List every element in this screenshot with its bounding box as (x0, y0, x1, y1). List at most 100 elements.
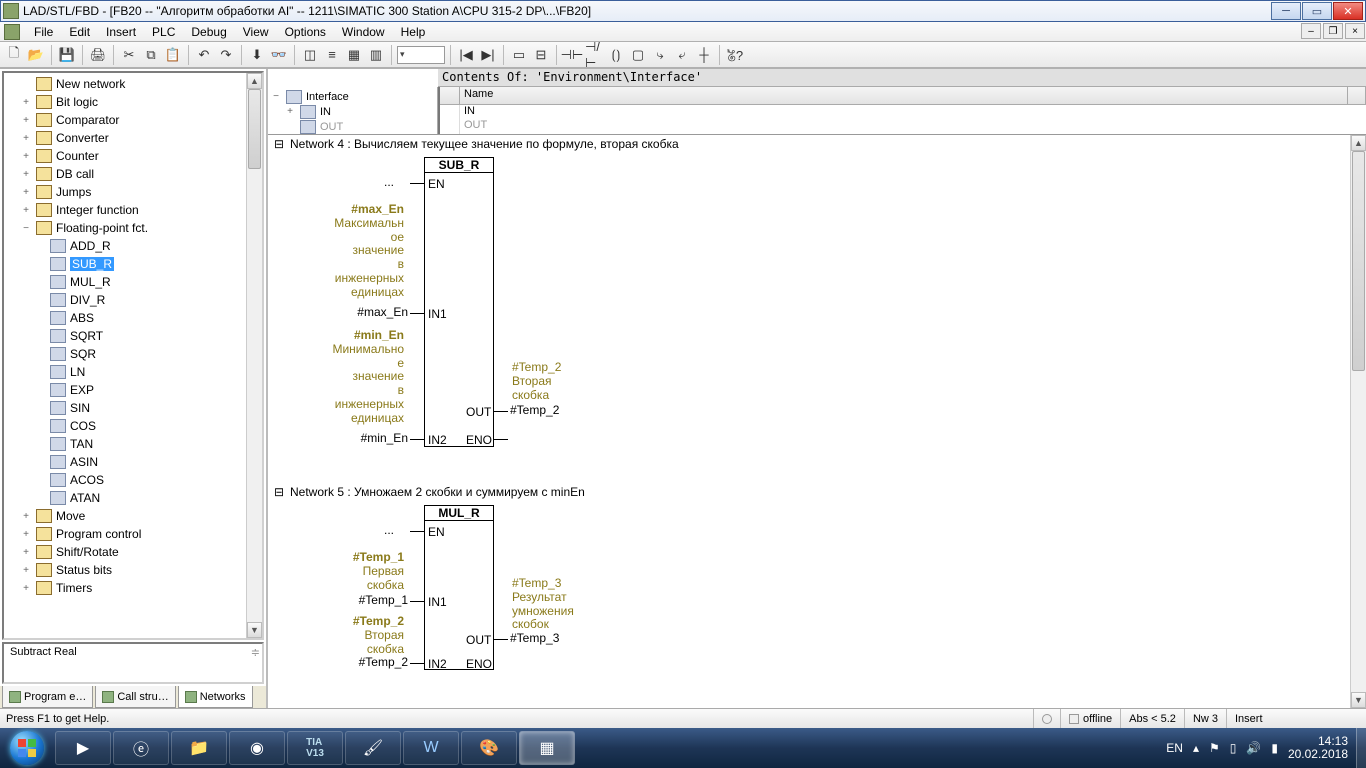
minimize-button[interactable]: ─ (1271, 2, 1301, 20)
tree-item[interactable]: −Floating-point fct. (6, 219, 260, 237)
cut-button[interactable]: ✂ (119, 45, 139, 65)
tray-flag-icon[interactable]: ⚑ (1209, 741, 1220, 755)
new-network-icon[interactable]: ▭ (509, 45, 529, 65)
mdi-restore-button[interactable]: ❐ (1323, 23, 1343, 39)
reference-icon[interactable]: ▥ (366, 45, 386, 65)
taskbar-paint[interactable]: 🎨 (461, 731, 517, 765)
tree-item[interactable]: ATAN (6, 489, 260, 507)
monitor-button[interactable]: 👓 (269, 45, 289, 65)
tree-item[interactable]: +Status bits (6, 561, 260, 579)
save-button[interactable]: 💾 (57, 45, 77, 65)
paste-button[interactable]: 📋 (163, 45, 183, 65)
tree-item[interactable]: +Converter (6, 129, 260, 147)
tree-item[interactable]: LN (6, 363, 260, 381)
connection-icon[interactable]: ┼ (694, 45, 714, 65)
desc-updown-icon[interactable]: ≑ (251, 646, 260, 659)
interface-grid[interactable]: Name IN OUT (438, 87, 1366, 134)
language-combo[interactable] (397, 46, 445, 64)
tree-item[interactable]: +Timers (6, 579, 260, 597)
tree-item[interactable]: ADD_R (6, 237, 260, 255)
close-branch-icon[interactable]: ⤶ (672, 45, 692, 65)
tree-item[interactable]: SQR (6, 345, 260, 363)
context-help-icon[interactable]: 𖡄? (725, 45, 745, 65)
tree-item[interactable]: +Shift/Rotate (6, 543, 260, 561)
tree-item[interactable]: MUL_R (6, 273, 260, 291)
mdi-system-icon[interactable] (4, 24, 20, 40)
tray-network-icon[interactable]: ▮ (1271, 741, 1278, 755)
open-branch-icon[interactable]: ⤷ (650, 45, 670, 65)
tree-item[interactable]: EXP (6, 381, 260, 399)
show-desktop-button[interactable] (1356, 728, 1366, 768)
menu-edit[interactable]: Edit (61, 22, 98, 41)
tray-clock[interactable]: 14:1320.02.2018 (1288, 735, 1348, 761)
tree-item[interactable]: +Move (6, 507, 260, 525)
contact-no-icon[interactable]: ⊣⊢ (562, 45, 582, 65)
menu-view[interactable]: View (235, 22, 277, 41)
tree-item[interactable]: +Integer function (6, 201, 260, 219)
menu-debug[interactable]: Debug (183, 22, 234, 41)
close-button[interactable]: ✕ (1333, 2, 1363, 20)
coil-icon[interactable]: ⟮⟯ (606, 45, 626, 65)
menu-plc[interactable]: PLC (144, 22, 183, 41)
tree-item[interactable]: COS (6, 417, 260, 435)
menu-options[interactable]: Options (277, 22, 334, 41)
tree-item[interactable]: DIV_R (6, 291, 260, 309)
sub-r-block[interactable]: SUB_R (424, 157, 494, 447)
taskbar-explorer[interactable]: 📁 (171, 731, 227, 765)
tree-item[interactable]: +Counter (6, 147, 260, 165)
tab-call-structure[interactable]: Call stru… (95, 686, 175, 708)
goto-next-icon[interactable]: ▶| (478, 45, 498, 65)
tree-item[interactable]: SIN (6, 399, 260, 417)
taskbar-chrome[interactable]: ◉ (229, 731, 285, 765)
interface-tree[interactable]: −Interface +IN OUT (268, 87, 438, 134)
tab-program-elements[interactable]: Program e… (2, 686, 93, 708)
tree-item[interactable]: +Bit logic (6, 93, 260, 111)
collapse-icon[interactable]: ⊟ (274, 485, 284, 499)
tree-item[interactable]: +Program control (6, 525, 260, 543)
undo-button[interactable]: ↶ (194, 45, 214, 65)
redo-button[interactable]: ↷ (216, 45, 236, 65)
block-icon[interactable]: ◫ (300, 45, 320, 65)
tray-chevron-icon[interactable]: ▴ (1193, 741, 1199, 755)
tree-item[interactable]: SQRT (6, 327, 260, 345)
taskbar-word[interactable]: W (403, 731, 459, 765)
network-editor[interactable]: ⊟Network 4 : Вычисляем текущее значение … (268, 135, 1366, 708)
insert-branch-icon[interactable]: ⊟ (531, 45, 551, 65)
copy-button[interactable]: ⧉ (141, 45, 161, 65)
print-button[interactable]: 🖨 (88, 45, 108, 65)
open-button[interactable]: 📂 (26, 45, 46, 65)
tree-item[interactable]: ASIN (6, 453, 260, 471)
editor-scrollbar[interactable]: ▲▼ (1350, 135, 1366, 708)
contact-nc-icon[interactable]: ⊣/⊢ (584, 45, 604, 65)
tree-item[interactable]: SUB_R (6, 255, 260, 273)
tab-networks[interactable]: Networks (178, 686, 253, 708)
catalog-icon[interactable]: ▦ (344, 45, 364, 65)
tree-item[interactable]: +Comparator (6, 111, 260, 129)
tree-item[interactable]: ACOS (6, 471, 260, 489)
tree-item[interactable]: +Jumps (6, 183, 260, 201)
menu-help[interactable]: Help (393, 22, 434, 41)
tree-item[interactable]: ABS (6, 309, 260, 327)
box-icon[interactable]: ▢ (628, 45, 648, 65)
mdi-minimize-button[interactable]: – (1301, 23, 1321, 39)
download-button[interactable]: ⬇ (247, 45, 267, 65)
taskbar-lad-editor[interactable]: ▦ (519, 731, 575, 765)
symbols-icon[interactable]: ≡ (322, 45, 342, 65)
taskbar-app1[interactable]: 🖌 (345, 731, 401, 765)
mdi-close-button[interactable]: × (1345, 23, 1365, 39)
instruction-tree[interactable]: New network+Bit logic+Comparator+Convert… (2, 71, 264, 640)
menu-window[interactable]: Window (334, 22, 393, 41)
taskbar-media-player[interactable]: ▶ (55, 731, 111, 765)
tray-battery-icon[interactable]: ▯ (1230, 741, 1237, 755)
taskbar-tia[interactable]: TIAV13 (287, 731, 343, 765)
collapse-icon[interactable]: ⊟ (274, 137, 284, 151)
tree-item[interactable]: +DB call (6, 165, 260, 183)
tray-volume-icon[interactable]: 🔊 (1246, 741, 1261, 755)
tree-item[interactable]: New network (6, 75, 260, 93)
menu-file[interactable]: File (26, 22, 61, 41)
tray-lang[interactable]: EN (1166, 741, 1183, 755)
maximize-button[interactable]: ▭ (1302, 2, 1332, 20)
start-button[interactable] (0, 728, 54, 768)
new-button[interactable]: 🗋 (4, 45, 24, 65)
menu-insert[interactable]: Insert (98, 22, 144, 41)
